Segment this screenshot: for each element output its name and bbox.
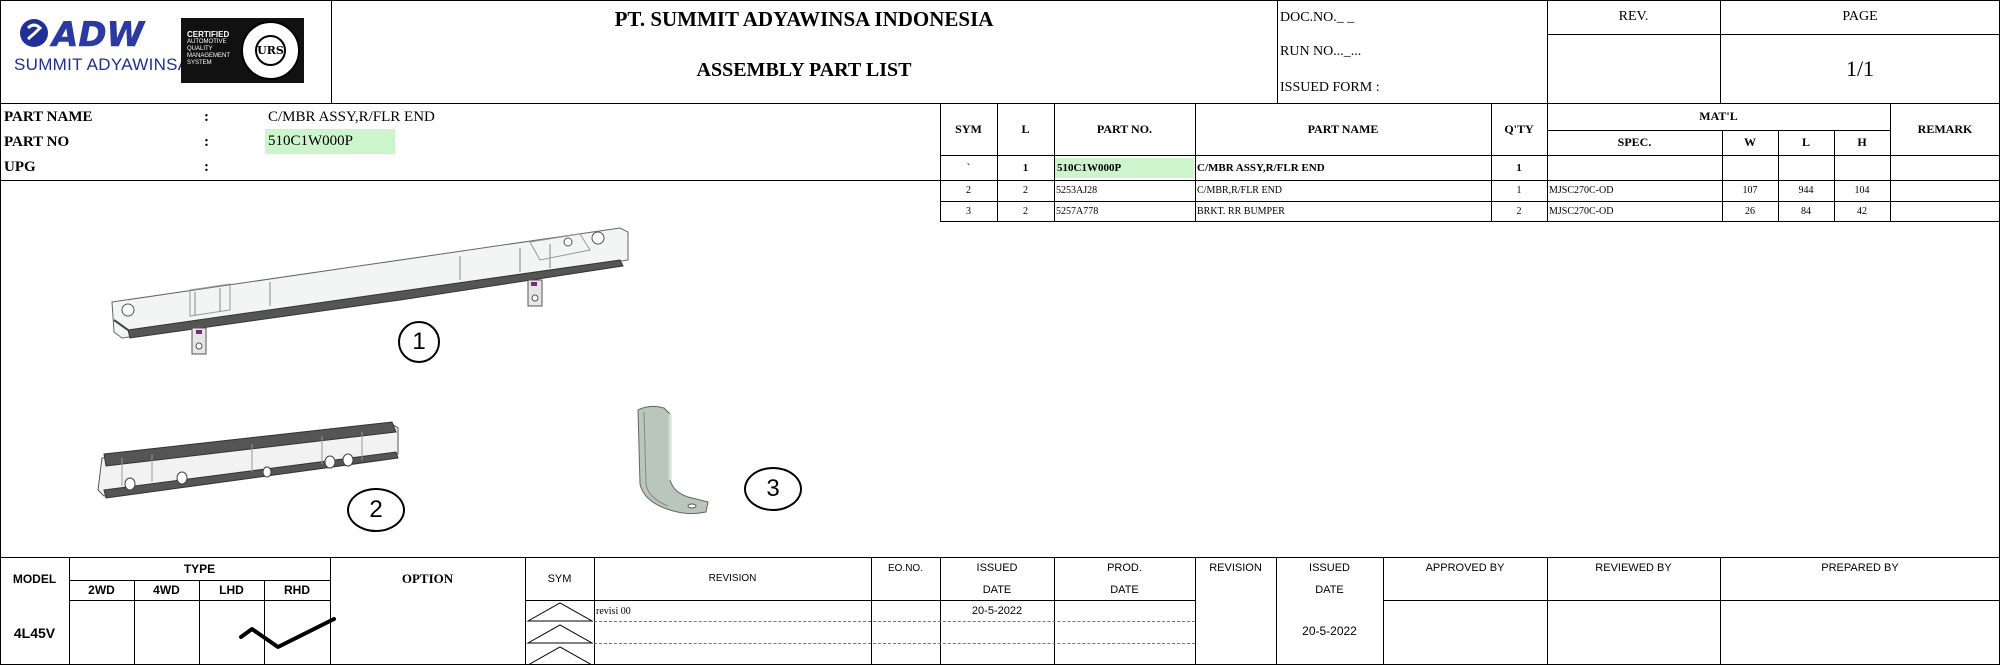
part-1-drawing [111, 227, 629, 355]
table-row-1-sym: ` [966, 161, 971, 174]
type-4wd: 4WD [153, 583, 180, 597]
col-header-part-name: PART NAME [1307, 121, 1379, 136]
table-row-2-spec: MJSC270C-OD [1549, 185, 1614, 196]
table-row-3-qty: 2 [1516, 206, 1522, 217]
issued-date-value: 20-5-2022 [1302, 624, 1357, 638]
run-no-label: RUN NO..._... [1280, 44, 1362, 59]
urs-seal-icon: URS [241, 21, 300, 80]
prod-label: PROD. [1107, 562, 1142, 574]
table-row-2-l2: 944 [1798, 185, 1814, 196]
model-label: MODEL [12, 571, 57, 586]
checkmark-icon [239, 617, 336, 649]
page-label: PAGE [1842, 9, 1878, 24]
col-header-matl: MAT'L [1699, 109, 1738, 123]
table-row-2-part-name: C/MBR,R/FLR END [1197, 185, 1283, 196]
callout-3: 3 [744, 467, 802, 511]
table-row-1-part-no: 510C1W000P [1055, 158, 1194, 178]
model-value: 4L45V [13, 624, 56, 641]
part-name-colon: : [204, 108, 209, 125]
col-header-qty: Q'TY [1504, 121, 1534, 136]
certification-badge: CERTIFIED AUTOMOTIVE QUALITY MANAGEMENT … [181, 18, 304, 83]
cert-line-4: MANAGEMENT [187, 53, 231, 59]
part-name-value: C/MBR ASSY,R/FLR END [268, 108, 435, 125]
doc-no-label: DOC.NO._ _ [1280, 10, 1355, 25]
page-value: 1/1 [1845, 56, 1875, 81]
revision2-label: REVISION [1209, 562, 1262, 574]
svg-text:ADW: ADW [49, 15, 146, 55]
part-no-label: PART NO [4, 133, 70, 150]
table-row-3-part-name: BRKT. RR BUMPER [1197, 206, 1285, 217]
upg-colon: : [204, 158, 209, 175]
company-name: PT. SUMMIT ADYAWINSA INDONESIA [614, 6, 994, 31]
col-header-remark: REMARK [1917, 121, 1973, 136]
col-header-l: L [1021, 121, 1030, 136]
eo-no-label: EO.NO. [887, 562, 923, 574]
type-rhd: RHD [284, 583, 310, 597]
revision-issued-date: 20-5-2022 [971, 605, 1023, 617]
col-header-sym: SYM [955, 121, 982, 136]
cert-line-1: CERTIFIED [187, 30, 230, 39]
type-lhd: LHD [219, 583, 244, 597]
table-row-1-part-name: C/MBR ASSY,R/FLR END [1197, 161, 1325, 174]
prepared-by-label: PREPARED BY [1821, 562, 1899, 574]
issued-date-label: DATE [982, 583, 1012, 596]
table-row-2-qty: 1 [1516, 185, 1522, 196]
table-row-2-w: 107 [1742, 185, 1758, 196]
col-header-h: H [1857, 135, 1867, 149]
table-row-3-l: 2 [1023, 206, 1028, 217]
footer-revision-label: REVISION [708, 573, 757, 584]
part-no-colon: : [204, 133, 209, 150]
col-header-l2: L [1801, 135, 1810, 149]
part-3-drawing [637, 405, 709, 515]
col-header-part-no: PART NO. [1096, 121, 1153, 136]
table-row-3-w: 26 [1745, 206, 1755, 217]
table-row-2-part-no: 5253AJ28 [1056, 185, 1098, 196]
issued2-label: ISSUED [1309, 562, 1350, 574]
table-row-3-h: 42 [1857, 206, 1867, 217]
col-header-w: W [1744, 135, 1756, 149]
table-row-1-l: 1 [1022, 161, 1029, 174]
part-no-value: 510C1W000P [265, 129, 395, 154]
col-header-spec: SPEC. [1617, 135, 1652, 149]
cert-line-5: SYSTEM [187, 60, 212, 66]
part-name-label: PART NAME [4, 108, 93, 125]
revision-entry: revisi 00 [596, 605, 631, 617]
table-row-1-qty: 1 [1516, 161, 1522, 174]
reviewed-by-label: REVIEWED BY [1595, 562, 1672, 574]
upg-label: UPG [4, 158, 36, 175]
table-row-3-part-no: 5257A778 [1056, 206, 1099, 217]
approved-by-label: APPROVED BY [1425, 562, 1505, 574]
type-label: TYPE [183, 561, 216, 576]
callout-2: 2 [347, 488, 405, 532]
part-info-box [0, 103, 941, 181]
cert-line-3: QUALITY [187, 46, 213, 52]
footer-sym-label: SYM [547, 572, 572, 585]
callout-1: 1 [398, 321, 440, 363]
issued2-date-label: DATE [1315, 583, 1344, 596]
type-2wd: 2WD [88, 583, 115, 597]
document-title: ASSEMBLY PART LIST [696, 58, 912, 81]
table-row-2-h: 104 [1854, 185, 1870, 196]
issued-form-label: ISSUED FORM : [1280, 80, 1380, 95]
table-row-2-l: 2 [1023, 185, 1028, 196]
option-label: OPTION [401, 570, 454, 586]
revision-triangles [526, 602, 594, 665]
table-row-3-sym: 3 [966, 206, 971, 217]
table-row-3-l2: 84 [1801, 206, 1811, 217]
company-logo-text: SUMMIT ADYAWINSA [14, 55, 190, 74]
rev-label: REV. [1618, 9, 1649, 24]
issued-label: ISSUED [976, 562, 1018, 574]
urs-seal-text: URS [255, 35, 286, 66]
table-row-3-spec: MJSC270C-OD [1549, 206, 1614, 217]
prod-date-label: DATE [1110, 583, 1139, 596]
cert-line-2: AUTOMOTIVE [187, 39, 227, 45]
table-row-2-sym: 2 [966, 185, 971, 196]
